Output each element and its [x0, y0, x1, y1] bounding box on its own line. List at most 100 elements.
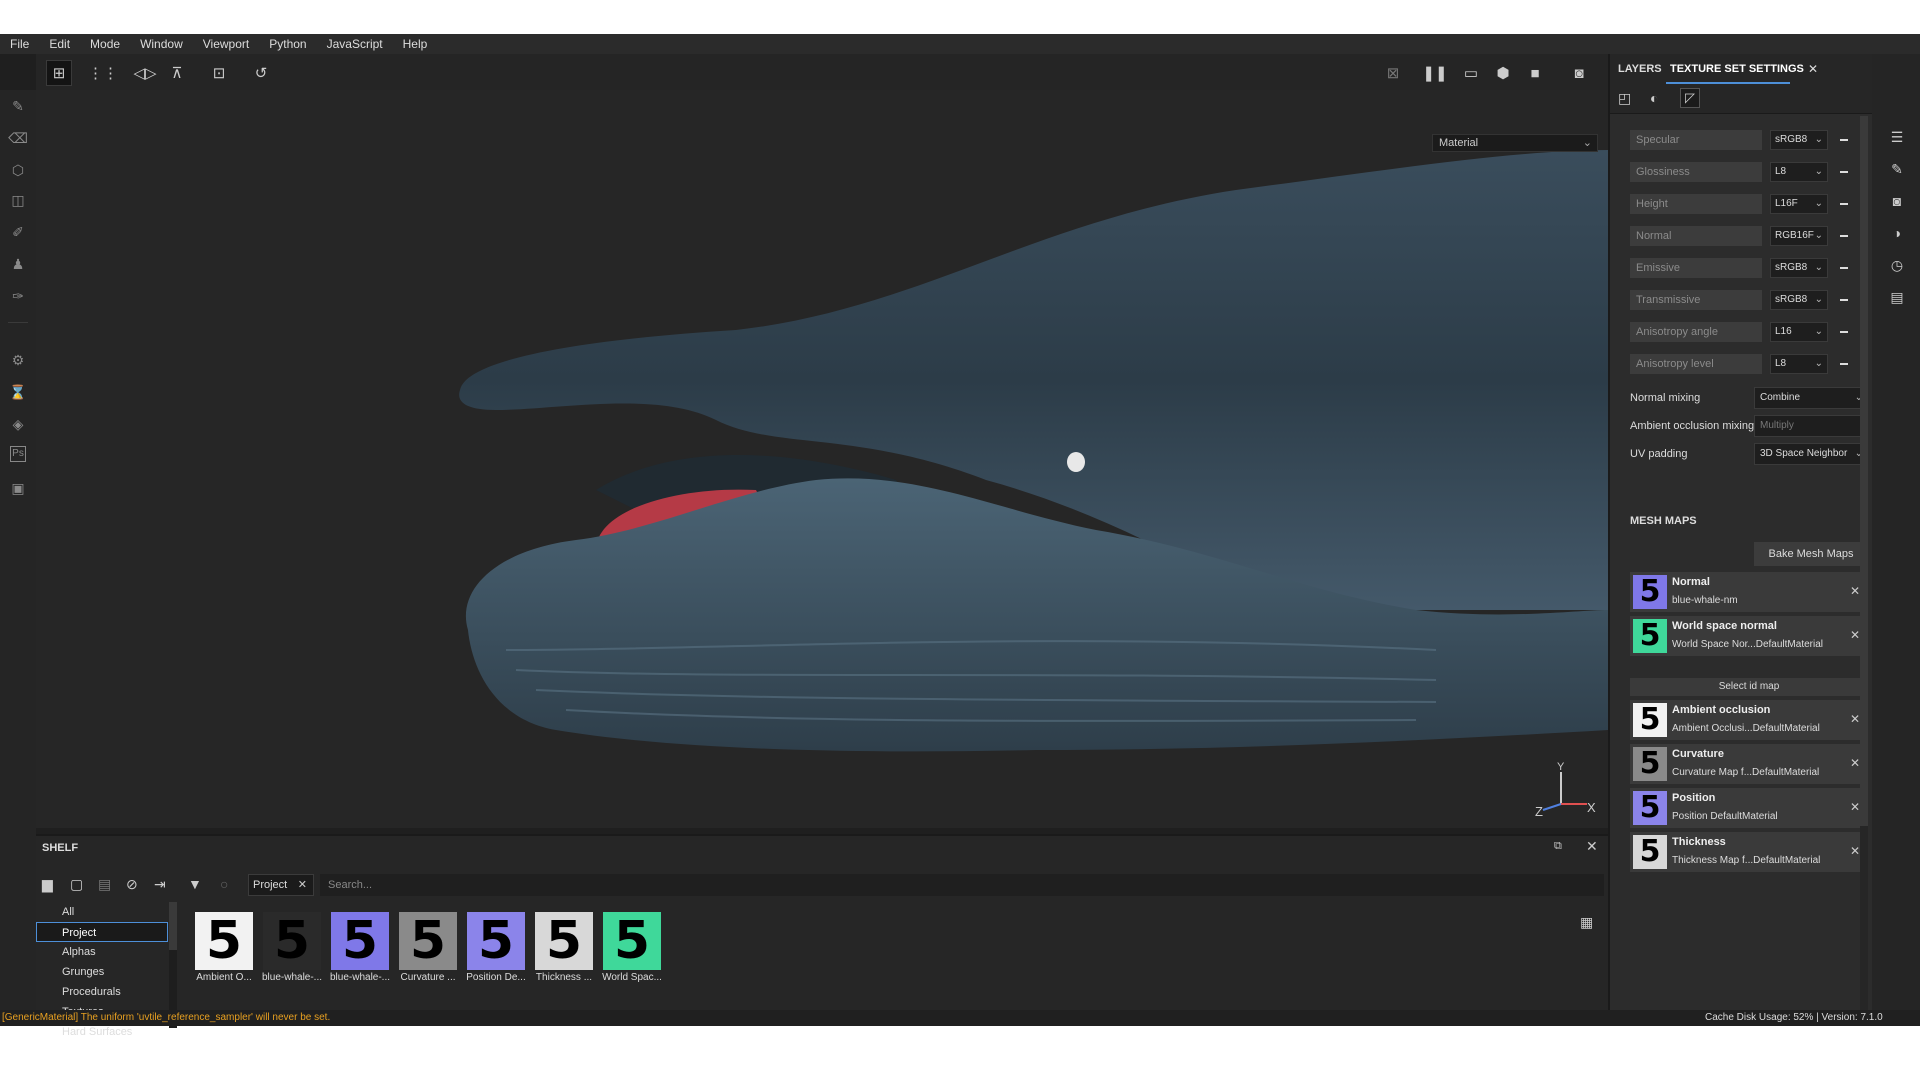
menu-edit[interactable]: Edit: [49, 37, 70, 51]
texture-set-icon[interactable]: ◰: [1618, 90, 1631, 107]
clone-stamp-icon[interactable]: ♟: [8, 254, 28, 274]
mesh-map-world-space-normal[interactable]: 5 World space normal World Space Nor...Def…: [1630, 616, 1868, 656]
close-icon[interactable]: ✕: [1850, 844, 1860, 858]
shelf-thumbnail[interactable]: 5 blue-whale-...: [258, 912, 326, 983]
menu-help[interactable]: Help: [403, 37, 428, 51]
channel-format-select[interactable]: L16 ⌄: [1770, 322, 1828, 342]
filter-icon[interactable]: ▼: [188, 876, 202, 892]
shelf-thumbnail[interactable]: 5 World Spac...: [598, 912, 666, 983]
tab-texture-set-settings[interactable]: TEXTURE SET SETTINGS: [1670, 63, 1804, 75]
pause-icon[interactable]: ❚❚: [1422, 60, 1448, 86]
remove-channel-button[interactable]: [1840, 203, 1848, 205]
grid-view-icon[interactable]: ▦: [1580, 914, 1593, 931]
menu-python[interactable]: Python: [269, 37, 306, 51]
layers-icon[interactable]: ☰: [1888, 128, 1906, 146]
mesh-map-ambient-occlusion[interactable]: 5 Ambient occlusion Ambient Occlusi...Defa…: [1630, 700, 1868, 740]
category-procedurals[interactable]: Procedurals: [36, 982, 168, 1002]
mirror-horizontal-icon[interactable]: ◁▷: [132, 60, 158, 86]
shelf-thumbnail[interactable]: 5 Thickness ...: [530, 912, 598, 983]
grid-icon[interactable]: ⋮⋮: [88, 60, 118, 86]
mesh-map-position[interactable]: 5 Position Position DefaultMaterial ✕: [1630, 788, 1868, 828]
close-icon[interactable]: ✕: [1850, 628, 1860, 642]
refresh-icon[interactable]: ○: [220, 876, 228, 892]
new-resource-icon[interactable]: ▢: [70, 876, 83, 893]
camera-icon[interactable]: ■: [1522, 60, 1548, 86]
reset-view-icon[interactable]: ↺: [248, 60, 274, 86]
3d-viewport[interactable]: Material ⌄ Y X Z: [36, 90, 1608, 828]
brush-settings-icon[interactable]: ✎: [1888, 160, 1906, 178]
bake-mesh-maps-button[interactable]: Bake Mesh Maps: [1754, 542, 1868, 566]
shader-icon[interactable]: ◐: [1650, 90, 1658, 106]
mesh-map-normal[interactable]: 5 Normal blue-whale-nm ✕: [1630, 572, 1868, 612]
panel-scrollbar[interactable]: [1860, 116, 1868, 1026]
remove-channel-button[interactable]: [1840, 331, 1848, 333]
remove-channel-button[interactable]: [1840, 139, 1848, 141]
close-icon[interactable]: ✕: [1850, 584, 1860, 598]
color-picker-icon[interactable]: ✑: [8, 286, 28, 306]
menu-viewport[interactable]: Viewport: [203, 37, 249, 51]
close-icon[interactable]: ✕: [1808, 62, 1818, 76]
close-tab-icon[interactable]: ✕: [298, 875, 307, 895]
channel-format-select[interactable]: L8 ⌄: [1770, 162, 1828, 182]
remove-channel-button[interactable]: [1840, 171, 1848, 173]
import-icon[interactable]: ⇥: [154, 876, 166, 893]
shader-settings-icon[interactable]: ◑: [1888, 224, 1906, 242]
shelf-thumbnail[interactable]: 5 Curvature ...: [394, 912, 462, 983]
category-alphas[interactable]: Alphas: [36, 942, 168, 962]
smudge-icon[interactable]: ✐: [8, 222, 28, 242]
ao-mixing-select[interactable]: Multiply: [1754, 415, 1868, 437]
channel-format-select[interactable]: RGB16F ⌄: [1770, 226, 1828, 246]
mesh-map-curvature[interactable]: 5 Curvature Curvature Map f...DefaultMater…: [1630, 744, 1868, 784]
menu-mode[interactable]: Mode: [90, 37, 120, 51]
hide-filter-icon[interactable]: ⊘: [126, 876, 138, 893]
add-frame-icon[interactable]: ⊡: [206, 60, 232, 86]
layers-stack-icon[interactable]: ◈: [8, 414, 28, 434]
menu-file[interactable]: File: [10, 37, 29, 51]
tab-layers[interactable]: LAYERS: [1618, 63, 1662, 75]
projection-icon[interactable]: ⬡: [8, 160, 28, 180]
shelf-thumbnail[interactable]: 5 Ambient O...: [190, 912, 258, 983]
category-grunges[interactable]: Grunges: [36, 962, 168, 982]
channel-format-select[interactable]: sRGB8 ⌄: [1770, 130, 1828, 150]
remove-channel-button[interactable]: [1840, 363, 1848, 365]
hide-icon[interactable]: ⊠: [1380, 60, 1406, 86]
shelf-search-input[interactable]: Search...: [320, 874, 1604, 896]
mesh-map-thickness[interactable]: 5 Thickness Thickness Map f...DefaultMater…: [1630, 832, 1868, 872]
remove-channel-button[interactable]: [1840, 235, 1848, 237]
shelf-thumbnail[interactable]: 5 blue-whale-...: [326, 912, 394, 983]
menu-window[interactable]: Window: [140, 37, 183, 51]
folder-icon[interactable]: ▆: [42, 876, 53, 893]
close-icon[interactable]: ✕: [1850, 756, 1860, 770]
eraser-icon[interactable]: ⌫: [8, 128, 28, 148]
close-icon[interactable]: ✕: [1850, 800, 1860, 814]
select-mode-icon[interactable]: ⊞: [46, 60, 72, 86]
view-2d-icon[interactable]: ▭: [1458, 60, 1484, 86]
shelf-thumbnail[interactable]: 5 Position De...: [462, 912, 530, 983]
remove-channel-button[interactable]: [1840, 299, 1848, 301]
close-icon[interactable]: ✕: [1850, 712, 1860, 726]
shelf-filter-tab[interactable]: Project ✕: [248, 874, 314, 896]
uv-icon[interactable]: ◸: [1680, 88, 1700, 108]
display-settings-icon[interactable]: ◙: [1888, 192, 1906, 210]
export-icon[interactable]: ▣: [8, 478, 28, 498]
viewport-display-select[interactable]: Material ⌄: [1432, 134, 1598, 152]
menu-javascript[interactable]: JavaScript: [327, 37, 383, 51]
remove-channel-button[interactable]: [1840, 267, 1848, 269]
channel-format-select[interactable]: sRGB8 ⌄: [1770, 258, 1828, 278]
settings-icon[interactable]: ⚙: [8, 350, 28, 370]
paint-brush-icon[interactable]: ✎: [8, 96, 28, 116]
history-icon[interactable]: ◷: [1888, 256, 1906, 274]
uv-padding-select[interactable]: 3D Space Neighbor ⌄: [1754, 443, 1868, 465]
channel-format-select[interactable]: L8 ⌄: [1770, 354, 1828, 374]
normal-mixing-select[interactable]: Combine ⌄: [1754, 387, 1868, 409]
category-project[interactable]: Project: [36, 922, 168, 942]
channel-format-select[interactable]: L16F ⌄: [1770, 194, 1828, 214]
polygon-fill-icon[interactable]: ◫: [8, 190, 28, 210]
screenshot-icon[interactable]: ◙: [1566, 60, 1592, 86]
bake-icon[interactable]: ⌛: [8, 382, 28, 402]
log-icon[interactable]: ▤: [1888, 288, 1906, 306]
channel-format-select[interactable]: sRGB8 ⌄: [1770, 290, 1828, 310]
photoshop-icon[interactable]: Ps: [10, 446, 26, 462]
select-id-map-button[interactable]: Select id map: [1630, 678, 1868, 696]
float-panel-icon[interactable]: ⧉: [1554, 840, 1562, 853]
